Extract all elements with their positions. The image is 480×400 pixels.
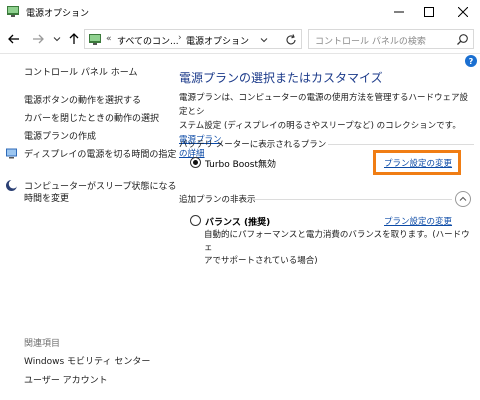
control-panel-home-link[interactable]: コントロール パネル ホーム [24,65,137,78]
recent-locations-button[interactable] [52,31,62,47]
search-icon[interactable] [456,33,469,46]
arrow-up-icon [69,33,79,44]
refresh-icon[interactable] [284,33,298,47]
sidebar-item-power-button[interactable]: 電源ボタンの動作を選択する [24,93,141,106]
navigation-bar: « すべてのコン... › 電源オプション コントロール パネルの検索 [0,24,480,54]
balanced-description-line-1: 自動的にパフォーマンスと電力消費のバランスを取ります。(ハードウェ [204,230,470,253]
power-options-window: 電源オプション « すべてのコン... › 電源オプション コントロール パネル… [0,0,480,400]
change-plan-settings-link-balanced[interactable]: プラン設定の変更 [384,215,452,227]
chevron-up-icon [459,196,467,201]
radio-selected-dot [193,160,198,165]
additional-plans-section-title: 追加プランの非表示 [179,195,256,205]
minimize-button[interactable] [384,0,414,24]
sidebar-item-create-plan[interactable]: 電源プランの作成 [24,129,96,142]
display-icon [6,148,17,159]
arrow-right-icon [33,34,44,44]
sidebar-item-display-off[interactable]: ディスプレイの電源を切る時間の指定 [24,147,176,160]
balanced-description-line-2: アでサポートされている場合) [204,256,318,266]
help-button[interactable]: ? [465,55,477,67]
power-options-icon [7,6,19,17]
up-button[interactable] [66,31,82,47]
control-panel-icon [89,34,101,45]
arrow-left-icon [8,34,19,44]
chevron-down-icon [53,37,61,42]
breadcrumb-all-items[interactable]: すべてのコン... [117,34,179,47]
battery-section-title: バッテリ メーターに表示されるプラン [179,140,327,150]
main-content: ? 電源プランの選択またはカスタマイズ 電源プランは、コンピューターの電源の使用… [168,55,480,400]
maximize-icon [424,7,434,17]
change-plan-settings-link-active[interactable]: プラン設定の変更 [384,157,452,169]
plan-name-balanced[interactable]: バランス (推奨) [205,215,270,228]
plan-name-turbo-boost[interactable]: Turbo Boost無効 [205,157,276,170]
back-button[interactable] [6,31,22,47]
window-title: 電源オプション [26,9,90,19]
search-box[interactable]: コントロール パネルの検索 [308,29,474,49]
description-line-2-text: ステム設定 (ディスプレイの明るさやスリープなど) のコレクションです。 [179,121,461,131]
search-placeholder[interactable]: コントロール パネルの検索 [315,34,426,47]
plan-radio-balanced[interactable] [190,215,201,226]
sidebar: コントロール パネル ホーム 電源ボタンの動作を選択する カバーを閉じたときの動… [0,55,176,400]
minimize-icon [394,11,404,13]
title-bar: 電源オプション [0,0,480,24]
address-bar[interactable]: « すべてのコン... › 電源オプション [84,29,302,49]
breadcrumb-power-options[interactable]: 電源オプション [186,34,249,47]
close-button[interactable] [448,0,478,24]
plan-radio-turbo-boost[interactable] [190,157,201,168]
section-divider [252,199,452,200]
maximize-button[interactable] [414,0,444,24]
section-divider [328,144,474,145]
related-heading: 関連項目 [24,339,61,349]
collapse-additional-plans-button[interactable] [455,191,471,207]
related-item-user-accounts[interactable]: ユーザー アカウント [24,373,108,386]
address-dropdown-icon[interactable] [258,34,270,46]
balanced-plan-description: 自動的にパフォーマンスと電力消費のバランスを取ります。(ハードウェ アでサポート… [204,229,474,268]
breadcrumb-separator[interactable]: › [178,33,182,43]
page-title: 電源プランの選択またはカスタマイズ [179,71,383,85]
sleep-moon-icon [6,179,18,191]
breadcrumb-overflow[interactable]: « [106,34,112,44]
forward-button[interactable] [30,31,46,47]
description-line-1: 電源プランは、コンピューターの電源の使用方法を管理するハードウェア設定とシ [179,93,469,117]
sidebar-item-sleep-time-continued[interactable]: 時間を変更 [24,191,69,204]
close-icon [458,7,468,17]
sidebar-item-lid-close[interactable]: カバーを閉じたときの動作の選択 [24,111,159,124]
related-item-mobility-center[interactable]: Windows モビリティ センター [24,354,150,367]
